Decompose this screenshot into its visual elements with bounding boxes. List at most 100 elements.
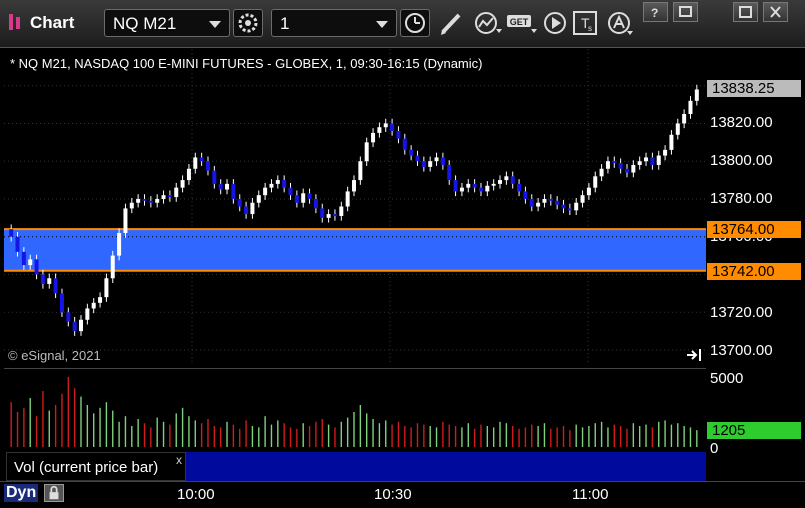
candle-body [548,198,553,201]
candle [618,158,623,174]
candle-body [180,180,185,188]
candle [117,228,122,261]
candle [682,109,687,129]
candle-body [663,149,668,156]
candle [199,152,204,166]
price-tick-13720: 13720.00 [710,304,773,321]
candle [161,190,166,204]
time-template-button[interactable] [400,9,430,37]
lock-icon[interactable] [44,484,64,502]
alert-button[interactable] [605,9,635,37]
candle [409,145,414,161]
candle [142,194,147,206]
candle [269,179,274,193]
candle [301,188,306,208]
candle-body [669,134,674,150]
price-tick-13820: 13820.00 [710,114,773,131]
candle [466,179,471,193]
chart-header: * NQ M21, NASDAQ 100 E-MINI FUTURES - GL… [10,56,483,71]
candle-body [396,131,401,139]
candle-body [53,278,58,294]
interval-combo[interactable]: 1 [271,9,397,37]
play-replay-icon [544,12,566,34]
candle [605,156,610,174]
candle-body [110,255,115,279]
get-data-button[interactable]: GET [506,9,537,37]
window-title: Chart [30,13,75,32]
chart-window: Chart NQ M21 1 GET T s ? * NQ M21, NASDA… [0,0,805,508]
draw-tools-button[interactable] [437,9,467,37]
candle-body [66,312,71,322]
candle [307,188,312,204]
candle-body [104,278,109,298]
chart-app-icon [9,14,20,30]
time-tick-1030: 10:30 [374,486,412,503]
candle-body [288,187,293,196]
close-button[interactable] [763,2,788,22]
upper-line-price-tag[interactable]: 13764.00 [707,221,801,238]
candle [517,179,522,197]
candle [510,171,515,189]
candle [104,273,109,302]
dynamic-mode-label[interactable]: Dyn [4,484,39,502]
go-to-end-icon[interactable] [686,348,702,362]
price-band[interactable] [4,229,706,271]
candle [72,316,77,336]
candle-body [320,208,325,218]
price-chart[interactable] [4,49,706,365]
candle [275,175,280,189]
candle [205,156,210,176]
candle-body [612,161,617,164]
restore-button[interactable] [673,2,698,22]
candle [612,156,617,168]
candle-body [282,180,287,188]
candle-body [47,278,52,284]
candle [390,118,395,136]
replay-button[interactable] [541,9,571,37]
studies-button[interactable] [472,9,502,37]
symbol-combo[interactable]: NQ M21 [104,9,230,37]
candle-body [161,195,166,199]
candle [637,156,642,170]
candle-body [605,161,610,169]
candle [91,298,96,314]
chevron-down-icon[interactable] [209,21,221,28]
candle [294,190,299,208]
candle-body [574,202,579,211]
candle [256,190,261,208]
chevron-down-icon[interactable] [376,21,388,28]
close-icon[interactable]: x [176,453,182,467]
volume-study-label-box[interactable]: Vol (current price bar) x [6,452,186,481]
candle-body [485,185,490,192]
candle-body [218,183,223,190]
candle [580,190,585,208]
price-chart-svg[interactable] [4,49,706,365]
volume-study-label: Vol (current price bar) [14,459,159,476]
get-data-icon: GET [507,15,537,33]
link-settings-button[interactable] [233,9,263,37]
candle [320,203,325,223]
candle [237,194,242,212]
text-tool-button[interactable]: T s [572,9,602,37]
maximize-button[interactable] [733,2,758,22]
candle [396,126,401,144]
volume-chart-svg[interactable] [4,369,706,451]
candle [428,156,433,172]
candle-body [117,232,122,256]
candle [66,307,71,327]
candle-body [440,157,445,165]
candle [574,198,579,216]
candle-body [624,168,629,173]
volume-pane[interactable] [4,368,706,451]
candle [656,150,661,170]
candle [383,118,388,132]
lower-line-price-tag[interactable]: 13742.00 [707,263,801,280]
candle [244,201,249,219]
candle-body [371,132,376,143]
candle [478,182,483,197]
candle [53,273,58,299]
candle [402,133,407,155]
candle-body [148,200,153,203]
restore-icon [679,6,692,17]
help-button[interactable]: ? [643,2,668,22]
